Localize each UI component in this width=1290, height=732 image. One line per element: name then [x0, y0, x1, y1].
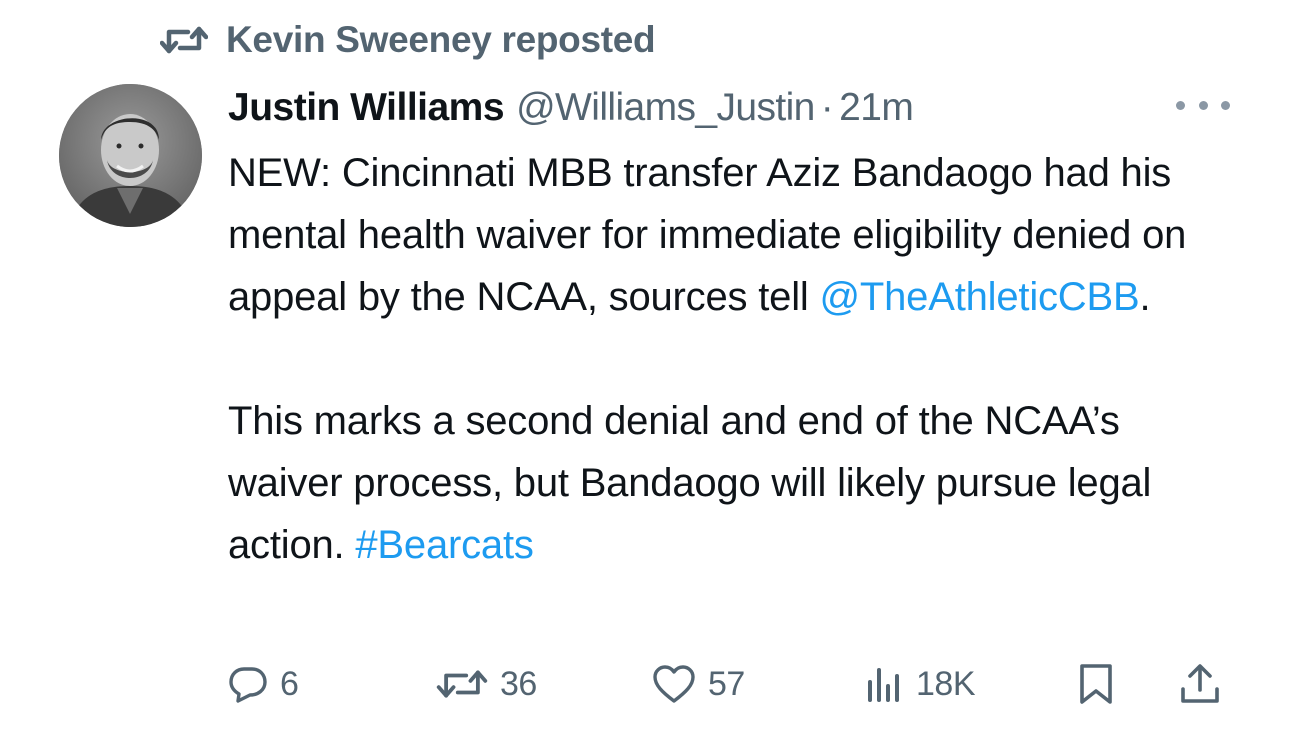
more-options-icon[interactable] — [1176, 90, 1230, 120]
heart-icon — [653, 665, 695, 703]
tweet-paragraph-2: This marks a second denial and end of th… — [228, 390, 1228, 576]
separator-dot: · — [820, 86, 834, 129]
tweet-card[interactable]: Kevin Sweeney reposted Justin Williams @… — [0, 0, 1290, 732]
reply-count: 6 — [280, 664, 299, 703]
timestamp[interactable]: 21m — [839, 86, 914, 130]
like-count: 57 — [708, 664, 745, 703]
mention-link[interactable]: @TheAthleticCBB — [820, 275, 1140, 319]
avatar[interactable] — [59, 84, 202, 227]
action-bar: 6 36 57 18K — [228, 656, 1228, 712]
retweet-icon — [436, 670, 488, 698]
retweet-count: 36 — [500, 664, 537, 703]
tweet-header: Justin Williams @Williams_Justin · 21m — [228, 80, 914, 136]
bookmark-icon — [1080, 664, 1112, 704]
author-handle[interactable]: @Williams_Justin — [516, 86, 815, 130]
paragraph-1-trailing: . — [1139, 275, 1151, 319]
reply-button[interactable]: 6 — [228, 656, 299, 712]
views-icon — [868, 668, 899, 702]
views-button[interactable]: 18K — [864, 656, 976, 712]
reply-icon — [229, 667, 267, 703]
like-button[interactable]: 57 — [652, 656, 745, 712]
tweet-paragraph-1: NEW: Cincinnati MBB transfer Aziz Bandao… — [228, 142, 1228, 328]
hashtag-link[interactable]: #Bearcats — [355, 523, 534, 567]
share-button[interactable] — [1178, 656, 1222, 712]
repost-indicator[interactable]: Kevin Sweeney reposted — [160, 18, 656, 62]
bookmark-button[interactable] — [1076, 656, 1116, 712]
author-name[interactable]: Justin Williams — [228, 86, 505, 130]
avatar-image — [59, 84, 202, 227]
repost-icon — [160, 26, 208, 54]
tweet-body: NEW: Cincinnati MBB transfer Aziz Bandao… — [228, 142, 1228, 576]
share-icon — [1181, 664, 1219, 703]
views-count: 18K — [916, 664, 976, 703]
retweet-button[interactable]: 36 — [436, 656, 537, 712]
repost-label[interactable]: Kevin Sweeney reposted — [226, 19, 656, 61]
